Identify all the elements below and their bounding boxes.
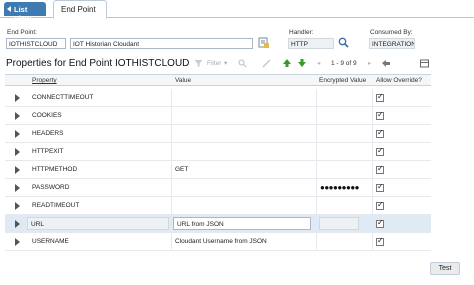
tab-list-view-label: List View	[14, 5, 31, 23]
filter-icon[interactable]	[194, 59, 203, 68]
property-name: CONNECTTIMEOUT	[32, 94, 94, 101]
property-name: HEADERS	[32, 130, 64, 137]
next-page-icon[interactable]: ▸	[368, 59, 371, 67]
table-row[interactable]: HTTPEXIT	[5, 143, 431, 161]
table-row[interactable]: HEADERS	[5, 125, 431, 143]
column-value: Value	[175, 77, 192, 84]
download-icon[interactable]	[381, 59, 391, 68]
allow-override-checkbox[interactable]	[376, 164, 384, 174]
expand-row-icon[interactable]	[15, 202, 20, 210]
encrypted-value-field[interactable]	[319, 217, 359, 230]
table-row-selected[interactable]: URL URL from JSON	[5, 215, 431, 233]
property-value: GET	[175, 166, 189, 173]
expand-row-icon[interactable]	[15, 94, 20, 102]
test-button[interactable]: Test	[430, 262, 460, 275]
property-name-field[interactable]: URL	[27, 217, 169, 230]
find-icon[interactable]	[238, 59, 247, 68]
table-row[interactable]: COOKIES	[5, 107, 431, 125]
encrypted-value: ●●●●●●●●●	[320, 183, 360, 192]
table-row[interactable]: PASSWORD ●●●●●●●●●	[5, 179, 431, 197]
expand-row-icon[interactable]	[15, 220, 20, 228]
search-icon[interactable]	[338, 37, 349, 48]
expand-row-icon[interactable]	[15, 148, 20, 156]
expand-row-icon[interactable]	[15, 166, 20, 174]
clear-filter-icon[interactable]	[262, 59, 271, 68]
expand-row-icon[interactable]	[15, 130, 20, 138]
allow-override-checkbox[interactable]	[376, 146, 384, 156]
property-value-field[interactable]: URL from JSON	[173, 217, 311, 230]
property-name: USERNAME	[32, 238, 69, 245]
allow-override-checkbox[interactable]	[376, 128, 384, 138]
property-name: HTTPMETHOD	[32, 166, 78, 173]
property-name: HTTPEXIT	[32, 148, 64, 155]
tab-end-point-label: End Point	[61, 5, 96, 14]
allow-override-checkbox[interactable]	[376, 92, 384, 102]
previous-page-icon[interactable]: ◂	[317, 59, 320, 67]
tab-bar: List View End Point	[0, 0, 474, 23]
consumed-by-field[interactable]: INTEGRATION	[369, 38, 415, 49]
handler-label: Handler:	[289, 29, 314, 36]
table-settings-icon[interactable]	[420, 59, 429, 68]
tab-list-view[interactable]: List View	[4, 2, 46, 23]
back-arrow-icon	[7, 6, 11, 12]
column-property[interactable]: Property	[32, 77, 57, 84]
property-name: PASSWORD	[32, 184, 70, 191]
description-field[interactable]: IOT Historian Cloudant	[70, 38, 253, 49]
tab-end-point[interactable]: End Point	[53, 0, 107, 19]
column-encrypted-value: Encrypted Value	[319, 77, 367, 84]
column-allow-override: Allow Override?	[376, 77, 422, 84]
end-point-label: End Point:	[7, 29, 37, 36]
property-name: COOKIES	[32, 112, 62, 119]
expand-row-icon[interactable]	[15, 112, 20, 120]
consumed-by-label: Consumed By:	[370, 29, 413, 36]
allow-override-checkbox[interactable]	[376, 236, 384, 246]
chevron-down-icon[interactable]: ▾	[224, 59, 227, 67]
table-row[interactable]: CONNECTTIMEOUT	[5, 89, 431, 107]
allow-override-checkbox[interactable]	[376, 200, 384, 210]
handler-field[interactable]: HTTP	[288, 38, 334, 49]
long-description-icon[interactable]	[258, 37, 269, 48]
table-row[interactable]: READTIMEOUT	[5, 197, 431, 215]
previous-row-icon[interactable]	[282, 58, 292, 68]
property-name: READTIMEOUT	[32, 202, 80, 209]
expand-row-icon[interactable]	[15, 238, 20, 246]
allow-override-checkbox[interactable]	[376, 182, 384, 192]
table-row[interactable]: HTTPMETHOD GET	[5, 161, 431, 179]
properties-title: Properties for End Point IOTHISTCLOUD	[6, 58, 190, 69]
pagination-text: 1 - 9 of 9	[331, 60, 357, 67]
table-row[interactable]: USERNAME Cloudant Username from JSON	[5, 233, 431, 251]
property-value: Cloudant Username from JSON	[175, 238, 267, 245]
table-header: Property Value Encrypted Value Allow Ove…	[5, 74, 431, 86]
allow-override-checkbox[interactable]	[376, 218, 384, 228]
expand-row-icon[interactable]	[15, 184, 20, 192]
end-point-field[interactable]: IOTHISTCLOUD	[6, 38, 66, 49]
allow-override-checkbox[interactable]	[376, 110, 384, 120]
filter-label[interactable]: Filter	[207, 60, 221, 67]
next-row-icon[interactable]	[297, 58, 307, 68]
